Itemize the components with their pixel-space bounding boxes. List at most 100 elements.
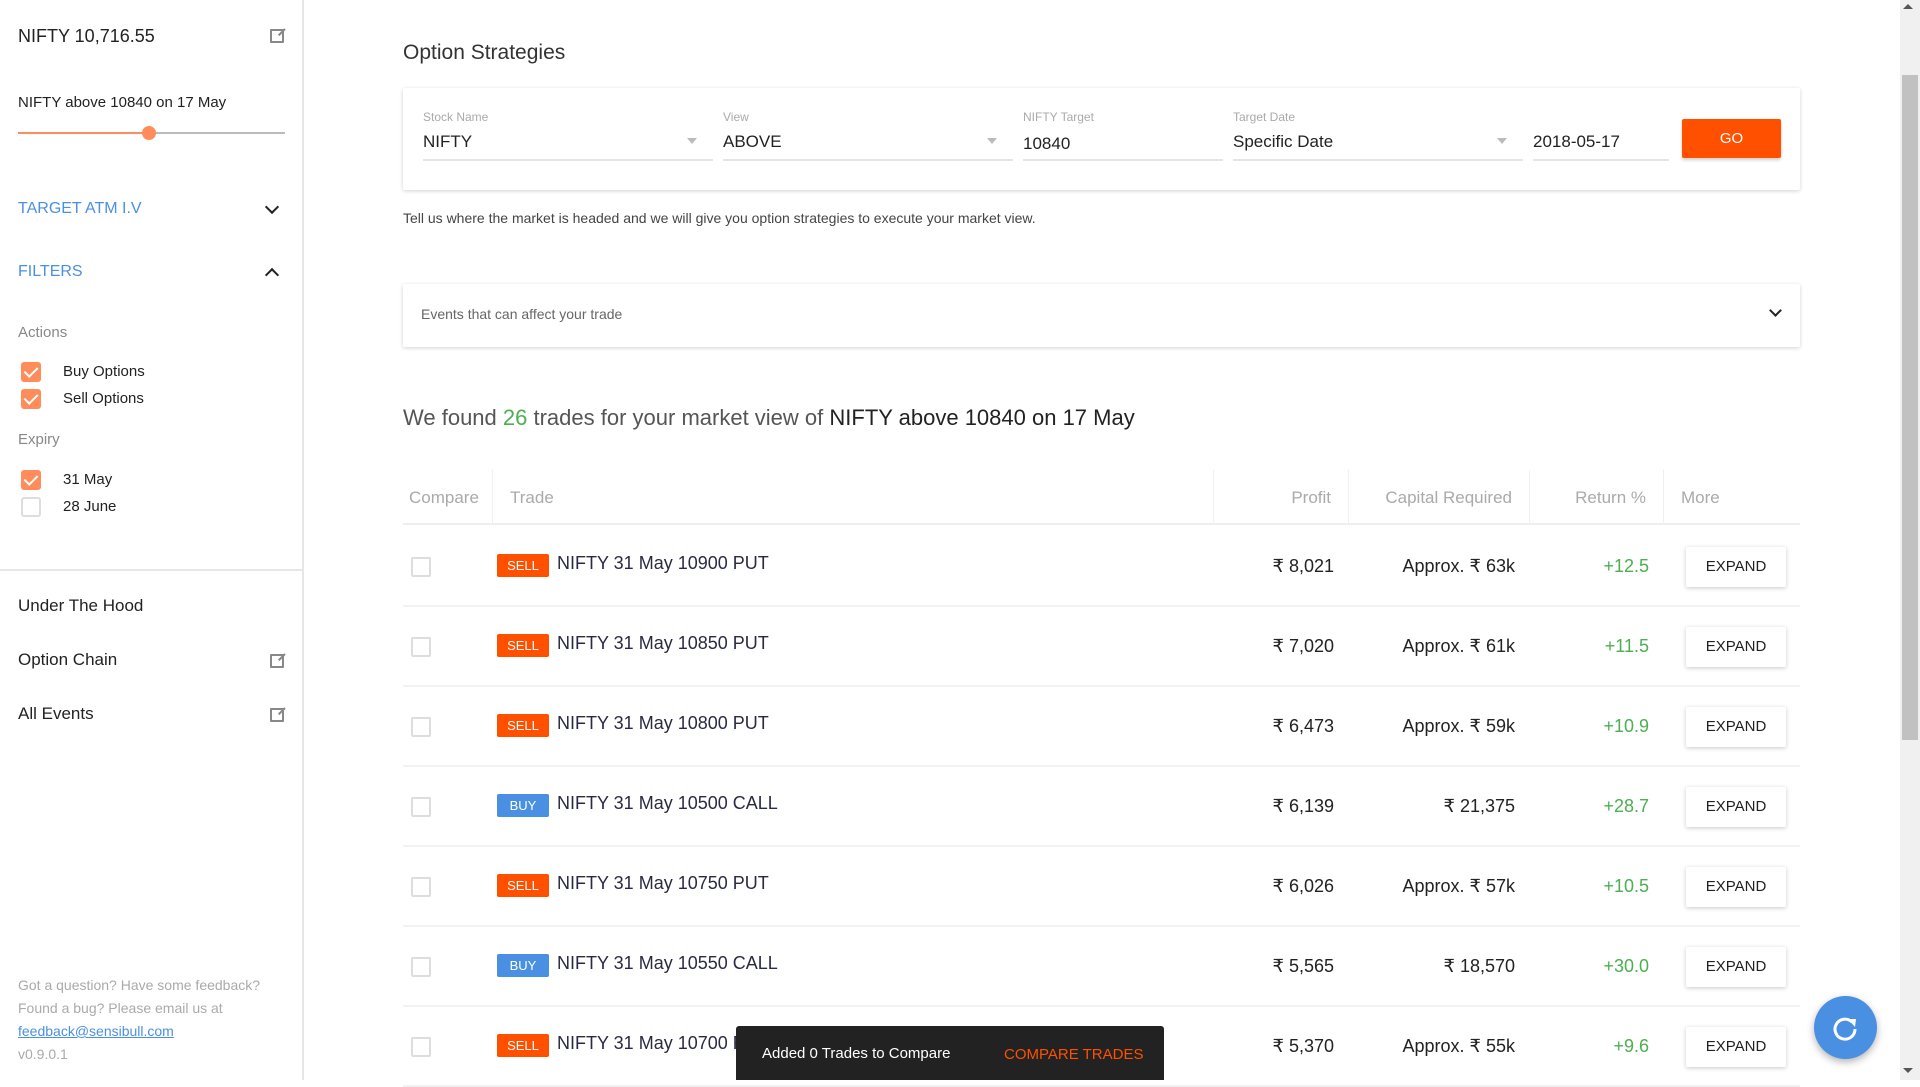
capital-value: Approx. ₹ 55k — [1402, 1036, 1515, 1056]
trade-name: NIFTY 31 May 10550 CALL — [557, 953, 778, 973]
compare-checkbox[interactable] — [411, 1037, 431, 1057]
target-date-value: 2018-05-17 — [1533, 132, 1620, 151]
scrollbar-thumb[interactable] — [1902, 75, 1918, 740]
divider — [0, 569, 302, 571]
expand-button[interactable]: EXPAND — [1686, 547, 1786, 587]
table-header: Compare Trade Profit Capital Required Re… — [403, 470, 1800, 525]
table-row: SELL NIFTY 31 May 10750 PUT ₹ 6,026 Appr… — [403, 847, 1800, 927]
market-view-form: Stock Name NIFTY View ABOVE NIFTY Target… — [403, 88, 1800, 190]
trade-name: NIFTY 31 May 10850 PUT — [557, 633, 769, 653]
action-badge: SELL — [497, 634, 549, 657]
nifty-target-label: NIFTY Target — [1023, 110, 1094, 124]
summary-prefix: We found — [403, 405, 503, 430]
scroll-up-icon[interactable] — [1903, 4, 1913, 9]
external-link-icon[interactable] — [270, 708, 284, 722]
return-value: +10.9 — [1603, 716, 1649, 736]
feedback-message: Got a question? Have some feedback? Foun… — [18, 977, 261, 1016]
action-badge: BUY — [497, 794, 549, 817]
feedback-email-link[interactable]: feedback@sensibull.com — [18, 1023, 174, 1039]
events-accordion[interactable]: Events that can affect your trade — [403, 284, 1800, 347]
target-date-mode: Specific Date — [1233, 132, 1334, 151]
all-events-link[interactable]: All Events — [18, 704, 94, 724]
stock-name-label: Stock Name — [423, 110, 489, 124]
table-row: BUY NIFTY 31 May 10500 CALL ₹ 6,139 ₹ 21… — [403, 767, 1800, 847]
nifty-target-value: 10840 — [1023, 134, 1071, 153]
expand-button[interactable]: EXPAND — [1686, 867, 1786, 907]
return-value: +11.5 — [1604, 636, 1649, 656]
view-value: ABOVE — [723, 132, 782, 151]
summary-mid: trades for your market view of — [527, 405, 830, 430]
scrollbar[interactable] — [1900, 0, 1920, 1080]
sell-options-checkbox[interactable] — [21, 389, 41, 409]
return-value: +12.5 — [1603, 556, 1649, 576]
chevron-down-icon — [1769, 304, 1782, 317]
sidebar: NIFTY 10,716.55 NIFTY above 10840 on 17 … — [0, 0, 304, 1080]
action-badge: SELL — [497, 714, 549, 737]
profit-value: ₹ 7,020 — [1272, 636, 1335, 656]
dropdown-arrow-icon — [687, 138, 697, 144]
market-view-label: NIFTY above 10840 on 17 May — [18, 94, 227, 111]
dropdown-arrow-icon — [1497, 138, 1507, 144]
refresh-button[interactable] — [1814, 996, 1877, 1059]
capital-value: Approx. ₹ 59k — [1402, 716, 1515, 736]
external-link-icon[interactable] — [270, 654, 284, 668]
capital-value: ₹ 18,570 — [1443, 956, 1515, 976]
expiry-heading: Expiry — [18, 431, 60, 448]
expiry-31-may-checkbox[interactable] — [21, 470, 41, 490]
column-trade: Trade — [493, 470, 1214, 525]
option-chain-link[interactable]: Option Chain — [18, 650, 117, 670]
expiry-28-june-checkbox[interactable] — [21, 497, 41, 517]
capital-value: Approx. ₹ 57k — [1402, 876, 1515, 896]
expiry-28-june-label: 28 June — [63, 498, 117, 515]
actions-heading: Actions — [18, 324, 68, 341]
version-label: v0.9.0.1 — [18, 1046, 68, 1062]
target-atm-iv-toggle[interactable]: TARGET ATM I.V — [18, 200, 142, 218]
return-value: +28.7 — [1603, 796, 1649, 816]
trade-name: NIFTY 31 May 10750 PUT — [557, 873, 769, 893]
target-date-label: Target Date — [1233, 110, 1296, 124]
external-link-icon[interactable] — [270, 29, 284, 43]
compare-checkbox[interactable] — [411, 557, 431, 577]
return-value: +30.0 — [1603, 956, 1649, 976]
stock-name-value: NIFTY — [423, 132, 473, 151]
table-row: SELL NIFTY 31 May 10800 PUT ₹ 6,473 Appr… — [403, 687, 1800, 767]
chevron-up-icon[interactable] — [264, 267, 280, 283]
feedback-text: Got a question? Have some feedback? Foun… — [18, 974, 290, 1066]
capital-value: Approx. ₹ 61k — [1402, 636, 1515, 656]
target-slider[interactable] — [18, 124, 285, 144]
description: Tell us where the market is headed and w… — [403, 210, 1036, 226]
profit-value: ₹ 6,473 — [1272, 716, 1335, 736]
compare-checkbox[interactable] — [411, 957, 431, 977]
buy-options-checkbox[interactable] — [21, 362, 41, 382]
compare-checkbox[interactable] — [411, 637, 431, 657]
refresh-icon — [1833, 1017, 1857, 1041]
chevron-down-icon[interactable] — [264, 199, 280, 215]
main-content: Option Strategies Stock Name NIFTY View … — [304, 0, 1900, 1087]
expand-button[interactable]: EXPAND — [1686, 707, 1786, 747]
column-more: More — [1681, 488, 1720, 507]
scroll-down-icon[interactable] — [1903, 1068, 1913, 1073]
compare-trades-button[interactable]: COMPARE TRADES — [1004, 1046, 1143, 1063]
trade-count: 26 — [502, 405, 528, 430]
expand-button[interactable]: EXPAND — [1686, 947, 1786, 987]
compare-checkbox[interactable] — [411, 877, 431, 897]
toast-message: Added 0 Trades to Compare — [762, 1045, 951, 1062]
expand-button[interactable]: EXPAND — [1686, 627, 1786, 667]
buy-options-label: Buy Options — [63, 363, 145, 380]
action-badge: SELL — [497, 1034, 549, 1057]
view-label: View — [723, 110, 749, 124]
compare-toast: Added 0 Trades to Compare COMPARE TRADES — [736, 1026, 1164, 1080]
compare-checkbox[interactable] — [411, 717, 431, 737]
index-title: NIFTY 10,716.55 — [18, 26, 155, 46]
compare-checkbox[interactable] — [411, 797, 431, 817]
under-the-hood-link[interactable]: Under The Hood — [18, 596, 143, 616]
slider-handle[interactable] — [141, 126, 156, 140]
return-value: +9.6 — [1613, 1036, 1649, 1056]
go-button[interactable]: GO — [1682, 119, 1781, 158]
column-profit: Profit — [1214, 470, 1349, 525]
filters-toggle[interactable]: FILTERS — [18, 263, 83, 281]
page-title: Option Strategies — [403, 41, 566, 64]
expand-button[interactable]: EXPAND — [1686, 1027, 1786, 1067]
expand-button[interactable]: EXPAND — [1686, 787, 1786, 827]
column-capital: Capital Required — [1349, 470, 1530, 525]
